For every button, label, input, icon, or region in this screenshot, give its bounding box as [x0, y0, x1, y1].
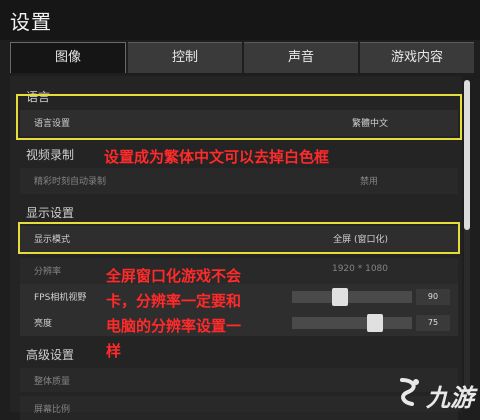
watermark-text: 九游: [426, 384, 474, 412]
annotation-note-2-line-2: 卡，分辨率一定要和: [106, 292, 242, 310]
fps-fov-label: FPS相机视野: [34, 293, 87, 303]
title-bar: 设置: [0, 0, 480, 40]
section-advanced: 高级设置: [26, 348, 75, 362]
tab-game-content[interactable]: 游戏内容: [360, 42, 474, 73]
brightness-slider-thumb[interactable]: [366, 314, 383, 332]
highlight-box-language: [16, 94, 462, 140]
highlight-record-value[interactable]: 禁用: [360, 174, 378, 187]
brightness-slider[interactable]: [292, 317, 412, 329]
jiuyou-logo-icon: [400, 378, 419, 406]
annotation-note-2-line-3: 电脑的分辨率设置一: [106, 317, 242, 335]
scrollbar[interactable]: [464, 80, 470, 395]
screen-ratio-label: 屏幕比例: [34, 405, 71, 415]
jiuyou-watermark: 九游: [396, 374, 478, 412]
tab-image[interactable]: 图像: [10, 42, 126, 73]
tab-sound[interactable]: 声音: [244, 42, 358, 73]
highlight-box-display-mode: [18, 222, 460, 254]
section-video-record: 视频录制: [26, 148, 75, 162]
highlight-record-label: 精彩时刻自动录制: [34, 177, 107, 187]
row-highlight-record[interactable]: 精彩时刻自动录制 禁用: [20, 168, 458, 194]
window-title: 设置: [10, 10, 52, 34]
resolution-label: 分辨率: [34, 267, 62, 277]
annotation-note-1: 设置成为繁体中文可以去掉白色框: [104, 148, 330, 166]
row-screen-ratio[interactable]: 屏幕比例: [20, 396, 458, 420]
brightness-label: 亮度: [34, 319, 53, 329]
fps-fov-value[interactable]: 90: [416, 289, 450, 305]
settings-tabs: 图像 控制 声音 游戏内容: [0, 42, 480, 73]
fps-fov-slider[interactable]: [292, 291, 412, 303]
annotation-note-2: 全屏窗口化游戏不会 卡，分辨率一定要和 电脑的分辨率设置一 样: [106, 264, 306, 364]
resolution-value[interactable]: 1920 * 1080: [332, 264, 388, 274]
overall-quality-label: 整体质量: [34, 377, 71, 387]
scrollbar-thumb[interactable]: [464, 80, 470, 230]
tab-controls[interactable]: 控制: [128, 42, 242, 73]
annotation-note-2-line-1: 全屏窗口化游戏不会: [106, 267, 242, 285]
fps-fov-slider-thumb[interactable]: [331, 288, 348, 306]
section-display: 显示设置: [26, 206, 75, 220]
brightness-value[interactable]: 75: [416, 315, 450, 331]
row-overall-quality[interactable]: 整体质量: [20, 368, 458, 392]
annotation-note-2-line-4: 样: [106, 342, 122, 360]
